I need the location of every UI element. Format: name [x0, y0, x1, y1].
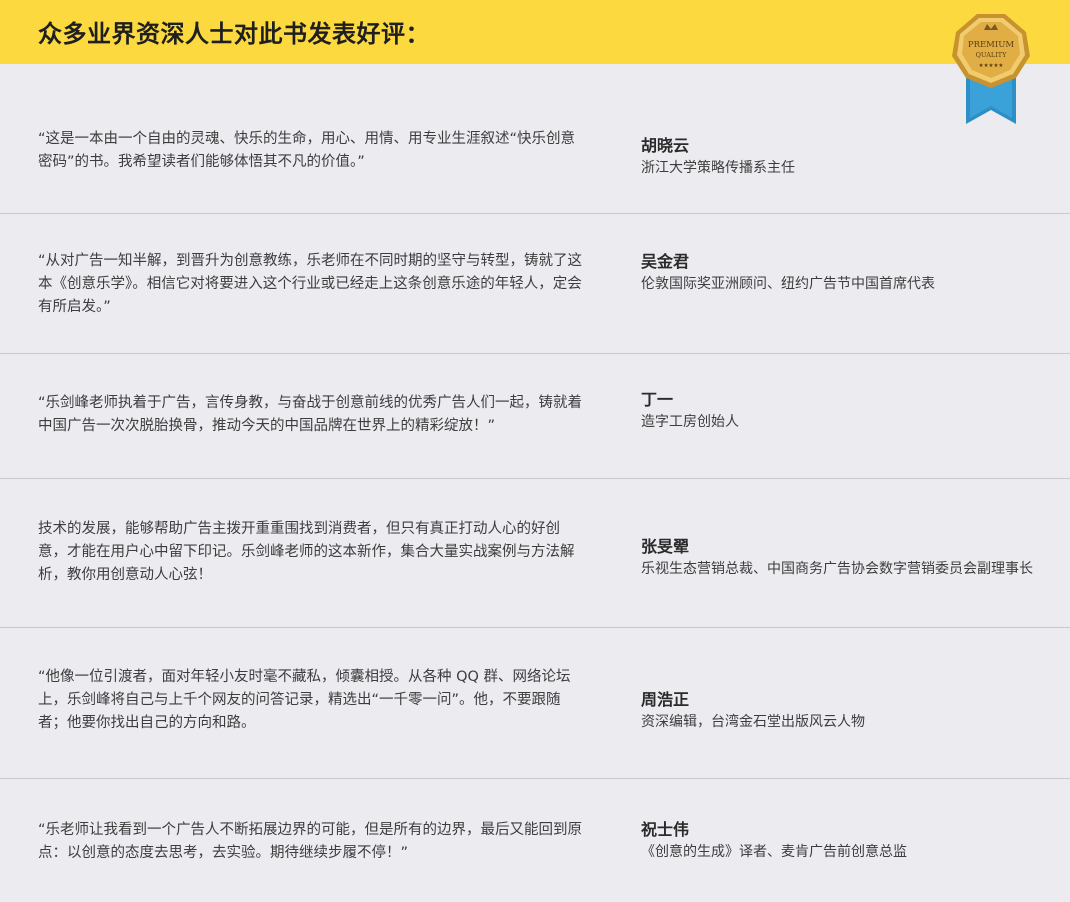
author-name: 张旻翚 — [641, 537, 690, 556]
review-author: 祝士伟 《创意的生成》译者、麦肯广告前创意总监 — [641, 819, 1066, 863]
badge-line1: PREMIUM — [968, 40, 1015, 50]
review-item: “这是一本由一个自由的灵魂、快乐的生命，用心、用情、用专业生涯叙述“快乐创意密码… — [0, 64, 1070, 214]
author-name: 周浩正 — [641, 690, 690, 709]
review-author: 胡晓云 浙江大学策略传播系主任 — [641, 135, 1066, 179]
review-author: 张旻翚 乐视生态营销总裁、中国商务广告协会数字营销委员会副理事长 — [641, 536, 1066, 580]
author-title: 浙江大学策略传播系主任 — [641, 160, 795, 176]
author-title: 资深编辑，台湾金石堂出版风云人物 — [641, 714, 865, 730]
review-quote: “乐剑峰老师执着于广告，言传身教，与奋战于创意前线的优秀广告人们一起，铸就着中国… — [38, 395, 583, 434]
author-title: 《创意的生成》译者、麦肯广告前创意总监 — [641, 844, 907, 860]
header-banner: 众多业界资深人士对此书发表好评： — [0, 0, 1070, 64]
review-author: 周浩正 资深编辑，台湾金石堂出版风云人物 — [641, 689, 1066, 733]
review-quote: “他像一位引渡者，面对年轻小友时毫不藏私，倾囊相授。从各种 QQ 群、网络论坛上… — [38, 669, 571, 731]
badge-line2: QUALITY — [976, 51, 1008, 59]
author-name: 丁一 — [641, 390, 674, 409]
review-quote: “乐老师让我看到一个广告人不断拓展边界的可能，但是所有的边界，最后又能回到原点：… — [38, 822, 583, 861]
page-title: 众多业界资深人士对此书发表好评： — [38, 20, 430, 48]
author-name: 胡晓云 — [641, 136, 690, 155]
review-quote: “这是一本由一个自由的灵魂、快乐的生命，用心、用情、用专业生涯叙述“快乐创意密码… — [38, 131, 576, 170]
review-quote: “从对广告一知半解，到晋升为创意教练，乐老师在不同时期的坚守与转型，铸就了这本《… — [38, 253, 583, 315]
review-item: “乐剑峰老师执着于广告，言传身教，与奋战于创意前线的优秀广告人们一起，铸就着中国… — [0, 354, 1070, 479]
review-item: 技术的发展，能够帮助广告主拨开重重围找到消费者，但只有真正打动人心的好创意，才能… — [0, 479, 1070, 628]
review-quote: 技术的发展，能够帮助广告主拨开重重围找到消费者，但只有真正打动人心的好创意，才能… — [38, 521, 575, 583]
author-name: 祝士伟 — [641, 820, 690, 839]
review-author: 吴金君 伦敦国际奖亚洲顾问、纽约广告节中国首席代表 — [641, 251, 1066, 295]
author-title: 伦敦国际奖亚洲顾问、纽约广告节中国首席代表 — [641, 276, 935, 292]
review-item: “从对广告一知半解，到晋升为创意教练，乐老师在不同时期的坚守与转型，铸就了这本《… — [0, 214, 1070, 354]
author-name: 吴金君 — [641, 252, 690, 271]
author-title: 造字工房创始人 — [641, 414, 739, 430]
author-title: 乐视生态营销总裁、中国商务广告协会数字营销委员会副理事长 — [641, 561, 1033, 577]
review-author: 丁一 造字工房创始人 — [641, 389, 1066, 433]
review-item: “乐老师让我看到一个广告人不断拓展边界的可能，但是所有的边界，最后又能回到原点：… — [0, 779, 1070, 902]
reviews-list: “这是一本由一个自由的灵魂、快乐的生命，用心、用情、用专业生涯叙述“快乐创意密码… — [0, 64, 1070, 902]
review-item: “他像一位引渡者，面对年轻小友时毫不藏私，倾囊相授。从各种 QQ 群、网络论坛上… — [0, 628, 1070, 779]
